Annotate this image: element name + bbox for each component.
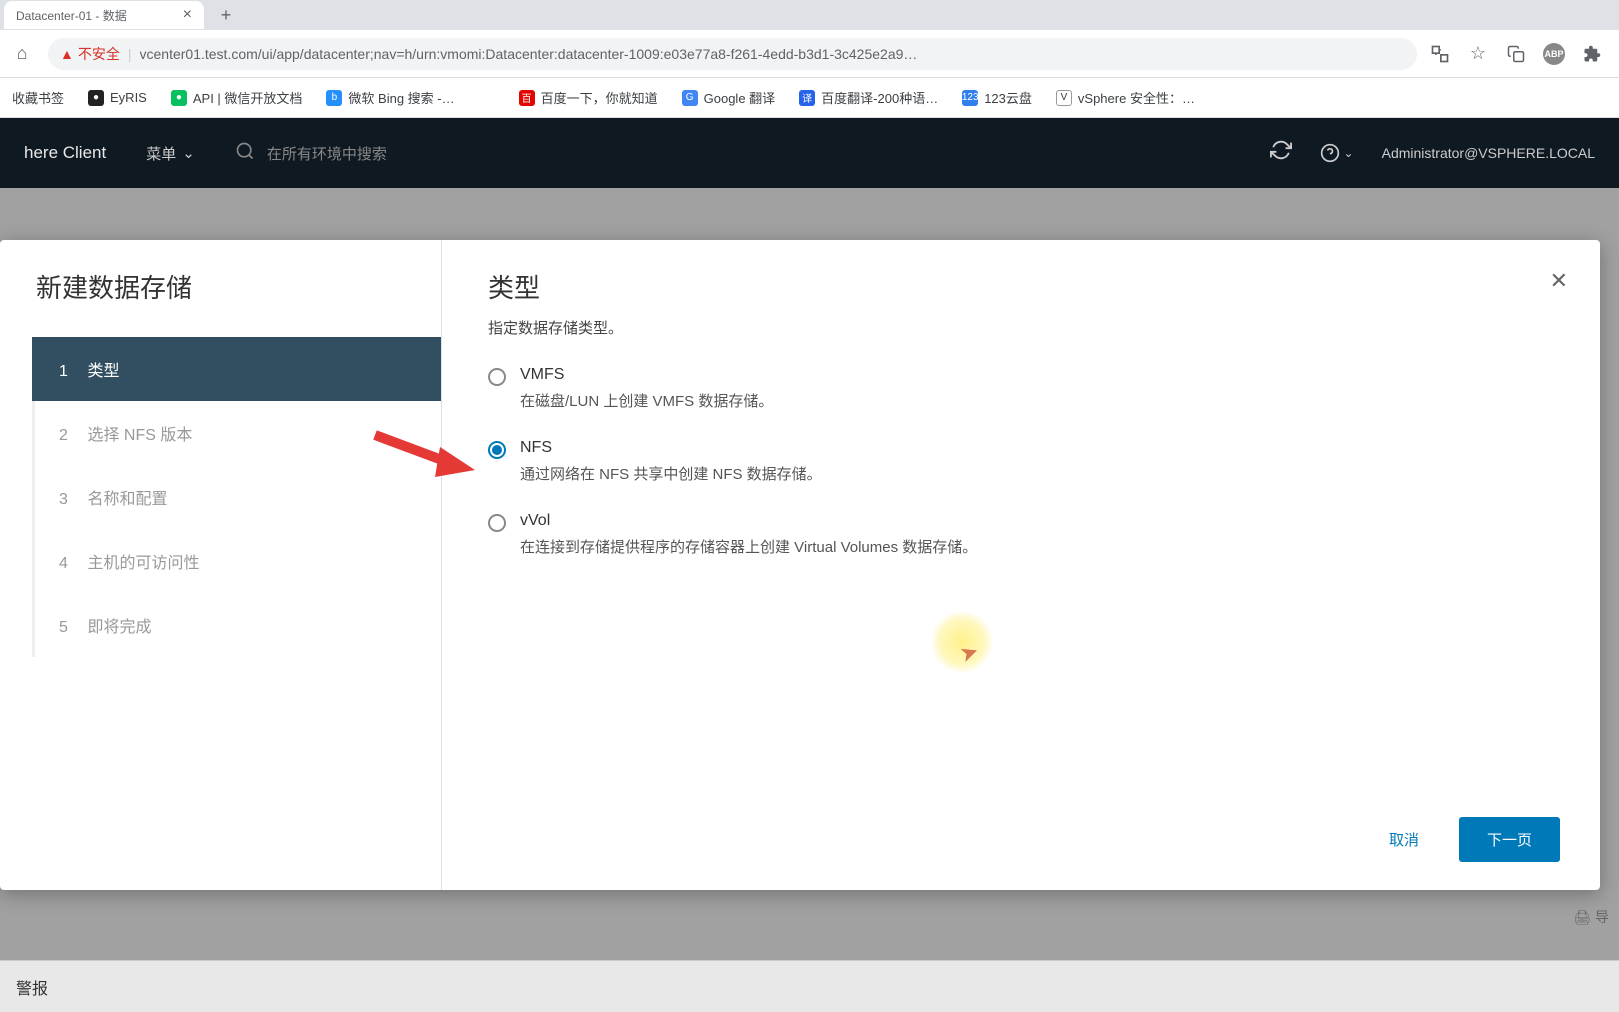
copy-icon[interactable] xyxy=(1505,43,1527,65)
url-text: vcenter01.test.com/ui/app/datacenter;nav… xyxy=(140,46,918,62)
alarm-bar[interactable]: 警报 xyxy=(0,960,1619,1012)
insecure-warning: ▲ 不安全 xyxy=(60,44,120,64)
bookmark-label: vSphere 安全性：… xyxy=(1078,88,1195,107)
radio-option-vmfs[interactable]: VMFS 在磁盘/LUN 上创建 VMFS 数据存储。 xyxy=(488,366,1554,411)
home-icon[interactable]: ⌂ xyxy=(8,40,36,68)
step-number: 4 xyxy=(59,555,83,573)
url-container[interactable]: ▲ 不安全 | vcenter01.test.com/ui/app/datace… xyxy=(48,38,1417,70)
global-search[interactable]: 在所有环境中搜索 xyxy=(235,141,387,166)
bookmarks-bar: 收藏书签 ● EyRIS ● API | 微信开放文档 b 微软 Bing 搜索… xyxy=(0,78,1619,118)
option-label: VMFS xyxy=(520,366,1554,384)
bookmark-item[interactable]: 译 百度翻译-200种语… xyxy=(799,88,938,107)
star-icon[interactable]: ☆ xyxy=(1467,43,1489,65)
bookmark-item[interactable]: 百 百度一下，你就知道 xyxy=(519,88,658,107)
cancel-button[interactable]: 取消 xyxy=(1381,819,1427,860)
vsphere-logo: here Client xyxy=(24,143,106,163)
bookmark-favicon: ● xyxy=(88,90,104,106)
radio-option-nfs[interactable]: NFS 通过网络在 NFS 共享中创建 NFS 数据存储。 xyxy=(488,439,1554,484)
search-placeholder: 在所有环境中搜索 xyxy=(267,143,387,164)
bookmark-item[interactable]: ● API | 微信开放文档 xyxy=(171,88,303,107)
step-label: 选择 NFS 版本 xyxy=(87,427,192,444)
option-description: 在连接到存储提供程序的存储容器上创建 Virtual Volumes 数据存储。 xyxy=(520,536,1554,557)
insecure-label: 不安全 xyxy=(78,44,120,64)
dialog-title: 新建数据存储 xyxy=(0,268,441,337)
option-description: 通过网络在 NFS 共享中创建 NFS 数据存储。 xyxy=(520,463,1554,484)
new-tab-button[interactable]: + xyxy=(212,1,240,29)
bookmark-label: EyRIS xyxy=(110,90,147,105)
bookmark-label: 百度一下，你就知道 xyxy=(541,88,658,107)
step-label: 类型 xyxy=(87,363,119,380)
export-label: 导 xyxy=(1595,907,1609,927)
close-tab-icon[interactable]: × xyxy=(183,6,192,24)
bookmark-favicon: 123 xyxy=(962,90,978,106)
bookmark-item[interactable]: G Google 翻译 xyxy=(682,88,776,107)
wizard-steps: 1 类型 2 选择 NFS 版本 3 名称和配置 4 主机的可访问性 5 即将完… xyxy=(32,337,441,657)
abp-extension-icon[interactable]: ABP xyxy=(1543,43,1565,65)
option-label: vVol xyxy=(520,512,1554,530)
translate-icon[interactable] xyxy=(1429,43,1451,65)
step-number: 1 xyxy=(59,363,83,381)
extensions-icon[interactable] xyxy=(1581,43,1603,65)
bookmark-favicon: 译 xyxy=(799,90,815,106)
browser-tab[interactable]: Datacenter-01 - 数据 × xyxy=(4,1,204,29)
browser-tab-bar: Datacenter-01 - 数据 × + xyxy=(0,0,1619,30)
new-datastore-dialog: 新建数据存储 1 类型 2 选择 NFS 版本 3 名称和配置 4 主机的可访问… xyxy=(0,240,1600,890)
radio-option-vvol[interactable]: vVol 在连接到存储提供程序的存储容器上创建 Virtual Volumes … xyxy=(488,512,1554,557)
step-label: 名称和配置 xyxy=(87,491,167,508)
bookmark-favicon: b xyxy=(326,90,342,106)
step-number: 5 xyxy=(59,619,83,637)
bookmark-label: API | 微信开放文档 xyxy=(193,88,303,107)
wizard-step-nfs-version[interactable]: 2 选择 NFS 版本 xyxy=(35,401,441,465)
bookmark-favicon: V xyxy=(1056,90,1072,106)
bookmark-item[interactable]: b 微软 Bing 搜索 -… xyxy=(326,88,454,107)
radio-icon xyxy=(488,368,506,386)
refresh-icon[interactable] xyxy=(1270,139,1292,167)
bookmark-label: 123云盘 xyxy=(984,88,1032,107)
vsphere-header: here Client 菜单 ⌄ 在所有环境中搜索 ⌄ Administrato… xyxy=(0,118,1619,188)
wizard-step-ready[interactable]: 5 即将完成 xyxy=(35,593,441,657)
user-label[interactable]: Administrator@VSPHERE.LOCAL xyxy=(1382,145,1595,161)
warning-icon: ▲ xyxy=(60,46,74,62)
wizard-step-name-config[interactable]: 3 名称和配置 xyxy=(35,465,441,529)
export-icon: 🖨 xyxy=(1573,909,1591,926)
close-icon[interactable]: ✕ xyxy=(1550,268,1568,294)
bookmark-favicon: 百 xyxy=(519,90,535,106)
search-icon xyxy=(235,141,255,166)
wizard-step-type[interactable]: 1 类型 xyxy=(32,337,441,401)
bookmark-label: 微软 Bing 搜索 -… xyxy=(348,88,454,107)
browser-address-bar: ⌂ ▲ 不安全 | vcenter01.test.com/ui/app/data… xyxy=(0,30,1619,78)
content-subtitle: 指定数据存储类型。 xyxy=(488,317,1554,338)
bookmark-item[interactable]: ● EyRIS xyxy=(88,90,147,106)
option-label: NFS xyxy=(520,439,1554,457)
bookmark-favicon: G xyxy=(682,90,698,106)
next-button[interactable]: 下一页 xyxy=(1459,817,1560,862)
tab-title: Datacenter-01 - 数据 xyxy=(16,7,127,24)
menu-dropdown[interactable]: 菜单 ⌄ xyxy=(146,143,195,164)
bookmark-label: Google 翻译 xyxy=(704,88,776,107)
step-label: 主机的可访问性 xyxy=(87,555,199,572)
bookmarks-label: 收藏书签 xyxy=(12,88,64,107)
content-title: 类型 xyxy=(488,268,1554,305)
bookmark-favicon: ● xyxy=(171,90,187,106)
step-number: 3 xyxy=(59,491,83,509)
dialog-footer: 取消 下一页 xyxy=(1381,817,1560,862)
help-icon[interactable]: ⌄ xyxy=(1320,143,1354,163)
bookmark-item[interactable]: 123 123云盘 xyxy=(962,88,1032,107)
chevron-down-icon: ⌄ xyxy=(1344,146,1354,160)
alarm-label: 警报 xyxy=(16,981,48,998)
menu-label: 菜单 xyxy=(146,143,176,164)
step-number: 2 xyxy=(59,427,83,445)
export-link[interactable]: 🖨 导 xyxy=(1573,907,1609,927)
dialog-content: ✕ 类型 指定数据存储类型。 VMFS 在磁盘/LUN 上创建 VMFS 数据存… xyxy=(442,240,1600,890)
option-description: 在磁盘/LUN 上创建 VMFS 数据存储。 xyxy=(520,390,1554,411)
wizard-step-host-access[interactable]: 4 主机的可访问性 xyxy=(35,529,441,593)
radio-icon xyxy=(488,514,506,532)
wizard-sidebar: 新建数据存储 1 类型 2 选择 NFS 版本 3 名称和配置 4 主机的可访问… xyxy=(0,240,442,890)
radio-icon xyxy=(488,441,506,459)
chevron-down-icon: ⌄ xyxy=(182,144,195,162)
bookmark-label: 百度翻译-200种语… xyxy=(821,88,938,107)
bookmark-item[interactable]: V vSphere 安全性：… xyxy=(1056,88,1195,107)
step-label: 即将完成 xyxy=(87,619,151,636)
